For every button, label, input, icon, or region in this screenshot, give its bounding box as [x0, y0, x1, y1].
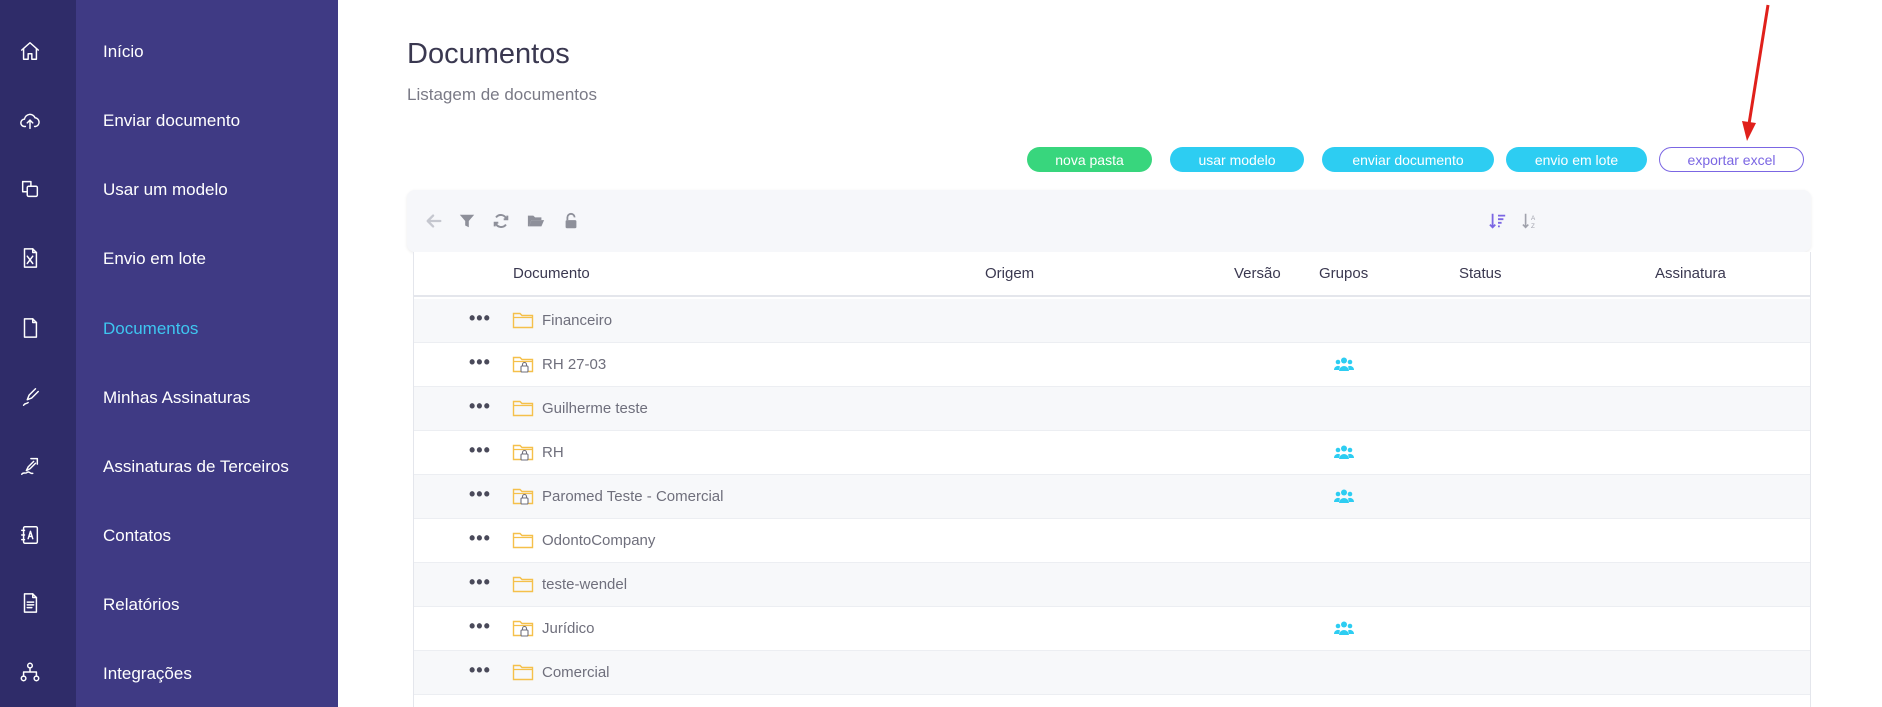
- row-menu-icon[interactable]: •••: [469, 485, 491, 503]
- sidebar-item-contatos[interactable]: Contatos: [103, 526, 171, 546]
- locked-folder-icon: [512, 443, 534, 461]
- table-row[interactable]: ••• teste-wendel: [414, 563, 1810, 607]
- report-icon[interactable]: [17, 590, 43, 616]
- contacts-icon[interactable]: [17, 522, 43, 548]
- copy-template-icon[interactable]: [17, 176, 43, 202]
- folder-name[interactable]: Guilherme teste: [542, 400, 648, 417]
- unlock-icon[interactable]: [561, 212, 581, 230]
- table-row[interactable]: ••• Guilherme teste: [414, 387, 1810, 431]
- new-folder-button[interactable]: nova pasta: [1027, 147, 1152, 172]
- page-title: Documentos: [407, 38, 570, 70]
- folder-icon: [512, 311, 534, 329]
- column-versao[interactable]: Versão: [1234, 265, 1281, 282]
- refresh-icon[interactable]: [491, 212, 511, 230]
- excel-file-icon[interactable]: [17, 245, 43, 271]
- table-row[interactable]: ••• Comercial: [414, 651, 1810, 695]
- sidebar: Início Enviar documento Usar um modelo E…: [76, 0, 338, 707]
- locked-folder-icon: [512, 619, 534, 637]
- svg-text:Z: Z: [1531, 223, 1535, 230]
- row-menu-icon[interactable]: •••: [469, 661, 491, 679]
- grid-toolbar: AZ: [407, 190, 1811, 252]
- network-icon[interactable]: [17, 659, 43, 685]
- table-row[interactable]: ••• Jurídico: [414, 607, 1810, 651]
- row-menu-icon[interactable]: •••: [469, 529, 491, 547]
- folder-name[interactable]: OdontoCompany: [542, 532, 655, 549]
- table-row[interactable]: ••• RH 27-03: [414, 343, 1810, 387]
- svg-text:A: A: [1531, 215, 1536, 222]
- page-subtitle: Listagem de documentos: [407, 85, 597, 104]
- sidebar-item-integracoes[interactable]: Integrações: [103, 664, 192, 684]
- sort-alpha-icon[interactable]: AZ: [1521, 212, 1541, 230]
- open-folder-icon[interactable]: [526, 212, 546, 230]
- folder-name[interactable]: RH: [542, 444, 564, 461]
- column-origem[interactable]: Origem: [985, 265, 1034, 282]
- row-menu-icon[interactable]: •••: [469, 309, 491, 327]
- column-grupos[interactable]: Grupos: [1319, 265, 1368, 282]
- folder-name[interactable]: RH 27-03: [542, 356, 606, 373]
- sidebar-item-envio-em-lote[interactable]: Envio em lote: [103, 249, 206, 269]
- table-row[interactable]: ••• RH: [414, 431, 1810, 475]
- batch-send-button[interactable]: envio em lote: [1506, 147, 1647, 172]
- row-menu-icon[interactable]: •••: [469, 353, 491, 371]
- locked-folder-icon: [512, 487, 534, 505]
- folder-name[interactable]: Financeiro: [542, 312, 612, 329]
- send-document-button[interactable]: enviar documento: [1322, 147, 1494, 172]
- row-menu-icon[interactable]: •••: [469, 397, 491, 415]
- sort-desc-icon[interactable]: [1488, 212, 1508, 230]
- row-menu-icon[interactable]: •••: [469, 617, 491, 635]
- table-row[interactable]: ••• OdontoCompany: [414, 519, 1810, 563]
- sidebar-item-minhas-assinaturas[interactable]: Minhas Assinaturas: [103, 388, 250, 408]
- sidebar-item-assinaturas-terceiros[interactable]: Assinaturas de Terceiros: [103, 457, 289, 477]
- folder-name[interactable]: Comercial: [542, 664, 610, 681]
- folder-name[interactable]: Paromed Teste - Comercial: [542, 488, 723, 505]
- row-menu-icon[interactable]: •••: [469, 573, 491, 591]
- groups-icon[interactable]: [1333, 620, 1355, 636]
- locked-folder-icon: [512, 355, 534, 373]
- pen-icon[interactable]: [17, 384, 43, 410]
- folder-icon: [512, 399, 534, 417]
- column-status[interactable]: Status: [1459, 265, 1502, 282]
- documents-table: Documento Origem Versão Grupos Status As…: [413, 252, 1811, 707]
- folder-name[interactable]: Jurídico: [542, 620, 595, 637]
- filter-icon[interactable]: [457, 212, 477, 230]
- folder-icon: [512, 575, 534, 593]
- groups-icon[interactable]: [1333, 488, 1355, 504]
- groups-icon[interactable]: [1333, 356, 1355, 372]
- home-icon[interactable]: [17, 38, 43, 64]
- icon-rail: [0, 0, 76, 707]
- back-arrow-icon[interactable]: [424, 212, 444, 230]
- table-row[interactable]: ••• Financeiro: [414, 299, 1810, 343]
- cloud-upload-icon[interactable]: [17, 108, 43, 134]
- table-header: Documento Origem Versão Grupos Status As…: [414, 252, 1810, 297]
- table-row[interactable]: ••• Paromed Teste - Comercial: [414, 475, 1810, 519]
- column-assinatura[interactable]: Assinatura: [1655, 265, 1726, 282]
- signature-icon[interactable]: [17, 453, 43, 479]
- groups-icon[interactable]: [1333, 444, 1355, 460]
- export-excel-button[interactable]: exportar excel: [1659, 147, 1804, 172]
- sidebar-item-relatorios[interactable]: Relatórios: [103, 595, 180, 615]
- document-icon[interactable]: [17, 315, 43, 341]
- row-menu-icon[interactable]: •••: [469, 441, 491, 459]
- column-documento[interactable]: Documento: [513, 265, 590, 282]
- use-template-button[interactable]: usar modelo: [1170, 147, 1304, 172]
- sidebar-item-documentos[interactable]: Documentos: [103, 319, 198, 339]
- sidebar-item-inicio[interactable]: Início: [103, 42, 144, 62]
- folder-icon: [512, 531, 534, 549]
- sidebar-item-enviar-documento[interactable]: Enviar documento: [103, 111, 240, 131]
- sidebar-item-usar-modelo[interactable]: Usar um modelo: [103, 180, 228, 200]
- folder-icon: [512, 663, 534, 681]
- folder-name[interactable]: teste-wendel: [542, 576, 627, 593]
